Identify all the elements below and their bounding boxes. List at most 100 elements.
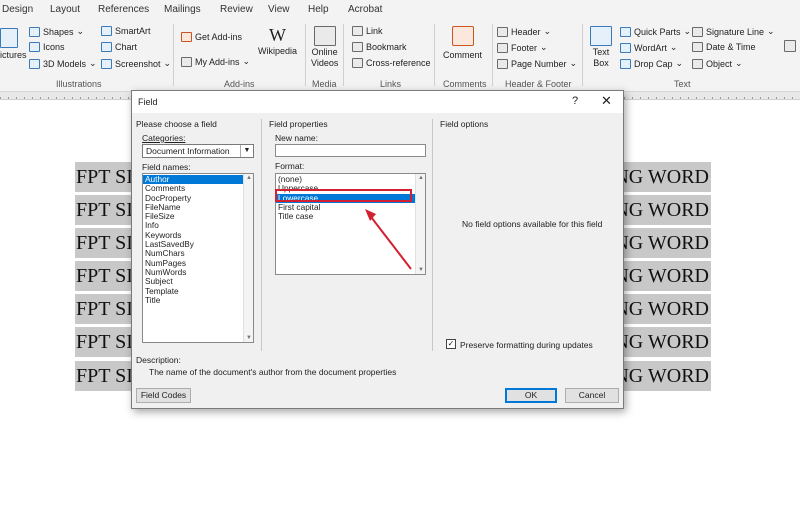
document-text-left: FPT SI	[76, 166, 133, 188]
link-button[interactable]: Link	[352, 26, 383, 36]
cross-reference-button[interactable]: Cross-reference	[352, 58, 431, 68]
document-text-left: FPT SI	[76, 331, 133, 353]
text-box-icon	[590, 26, 612, 46]
drop-cap-label: Drop Cap	[634, 58, 673, 69]
comment-icon	[451, 26, 474, 46]
group-addins: Add-ins	[224, 79, 255, 89]
link-icon	[352, 26, 363, 36]
shapes-icon	[29, 26, 40, 37]
document-text-right: NG WORD	[614, 199, 709, 221]
annotation-arrow	[365, 209, 412, 270]
document-text-right: NG WORD	[614, 232, 709, 254]
description-label: Description:	[136, 355, 181, 365]
cancel-button[interactable]: Cancel	[565, 388, 619, 403]
text-box-button[interactable]: Text Box	[590, 26, 612, 68]
footer-icon	[497, 42, 508, 53]
comment-button[interactable]: Comment	[443, 26, 482, 60]
document-text-left: FPT SI	[76, 298, 133, 320]
chevron-down-icon: ⌄	[540, 42, 548, 52]
pictures-button[interactable]: ictures	[0, 28, 27, 60]
document-text-right: NG WORD	[614, 166, 709, 188]
wikipedia-icon: W	[269, 25, 286, 45]
wikipedia-button[interactable]: W Wikipedia	[258, 26, 297, 56]
smartart-button[interactable]: SmartArt	[101, 26, 151, 36]
my-addins-label: My Add-ins	[195, 56, 240, 67]
ribbon: Design Layout References Mailings Review…	[0, 0, 800, 92]
header-label: Header	[511, 26, 541, 37]
chevron-down-icon: ⌄	[76, 26, 85, 36]
tab-design[interactable]: Design	[2, 4, 33, 15]
chart-label: Chart	[115, 42, 138, 52]
tab-layout[interactable]: Layout	[50, 4, 80, 15]
chart-button[interactable]: Chart	[101, 42, 137, 52]
chevron-down-icon: ⌄	[163, 58, 172, 68]
my-addins-button[interactable]: My Add-ins ⌄	[181, 56, 250, 67]
get-addins-button[interactable]: Get Add-ins	[181, 32, 242, 42]
document-text-left: FPT SI	[76, 365, 133, 387]
pictures-icon	[0, 28, 18, 48]
signature-line-button[interactable]: Signature Line ⌄	[692, 26, 775, 37]
cube-icon	[29, 58, 40, 69]
tab-review[interactable]: Review	[220, 4, 253, 15]
page-number-label: Page Number	[511, 58, 567, 69]
object-button[interactable]: Object ⌄	[692, 58, 743, 69]
preserve-formatting-label: Preserve formatting during updates	[460, 340, 593, 350]
document-text-left: FPT SI	[76, 232, 133, 254]
chart-icon	[101, 42, 112, 52]
quick-parts-button[interactable]: Quick Parts ⌄	[620, 26, 691, 37]
field-dialog: Field ? ✕ Please choose a field Field pr…	[131, 90, 624, 409]
online-videos-button[interactable]: Online Videos	[311, 26, 338, 68]
date-time-label: Date & Time	[706, 42, 756, 52]
screenshot-button[interactable]: Screenshot ⌄	[101, 58, 171, 69]
group-media: Media	[312, 79, 337, 89]
shapes-button[interactable]: Shapes ⌄	[29, 26, 84, 37]
drop-cap-icon	[620, 58, 631, 69]
field-codes-button[interactable]: Field Codes	[136, 388, 191, 403]
document-text-right: NG WORD	[614, 365, 709, 387]
bookmark-icon	[352, 42, 363, 52]
chevron-down-icon: ⌄	[543, 26, 552, 36]
wordart-button[interactable]: WordArt ⌄	[620, 42, 677, 53]
icons-button[interactable]: Icons	[29, 42, 65, 52]
calendar-icon	[692, 42, 703, 52]
object-icon	[692, 58, 703, 69]
header-button[interactable]: Header ⌄	[497, 26, 551, 37]
ribbon-divider	[492, 24, 493, 86]
ribbon-tabs: Design Layout References Mailings Review…	[0, 0, 800, 20]
footer-label: Footer	[511, 42, 538, 53]
cross-reference-icon	[352, 58, 363, 68]
smartart-icon	[101, 26, 112, 36]
text-box-label-2: Box	[593, 58, 609, 68]
store-icon	[181, 32, 192, 42]
online-videos-label-1: Online	[311, 47, 338, 57]
bookmark-button[interactable]: Bookmark	[352, 42, 407, 52]
preserve-formatting-checkbox[interactable]: ✓	[446, 339, 456, 349]
quick-parts-icon	[620, 26, 631, 37]
text-box-label-1: Text	[592, 47, 610, 57]
icons-icon	[29, 42, 40, 52]
equation-button[interactable]	[784, 40, 796, 52]
header-icon	[497, 26, 508, 37]
shapes-label: Shapes	[43, 26, 74, 37]
tab-mailings[interactable]: Mailings	[164, 4, 201, 15]
chevron-down-icon: ⌄	[735, 58, 743, 68]
document-text-right: NG WORD	[614, 265, 709, 287]
page-number-button[interactable]: Page Number ⌄	[497, 58, 577, 69]
screenshot-icon	[101, 58, 112, 69]
tab-references[interactable]: References	[98, 4, 149, 15]
tab-help[interactable]: Help	[308, 4, 329, 15]
3d-models-button[interactable]: 3D Models ⌄	[29, 58, 97, 69]
footer-button[interactable]: Footer ⌄	[497, 42, 548, 53]
3d-models-label: 3D Models	[43, 58, 87, 69]
tab-acrobat[interactable]: Acrobat	[348, 4, 382, 15]
document-text-right: NG WORD	[614, 298, 709, 320]
no-options-text: No field options available for this fiel…	[462, 219, 603, 229]
drop-cap-button[interactable]: Drop Cap ⌄	[620, 58, 683, 69]
screenshot-label: Screenshot	[115, 58, 161, 69]
date-time-button[interactable]: Date & Time	[692, 42, 756, 52]
equation-icon	[784, 40, 796, 52]
tab-view[interactable]: View	[268, 4, 290, 15]
ok-button[interactable]: OK	[505, 388, 557, 403]
chevron-down-icon: ⌄	[675, 58, 684, 68]
page-number-icon	[497, 58, 508, 69]
